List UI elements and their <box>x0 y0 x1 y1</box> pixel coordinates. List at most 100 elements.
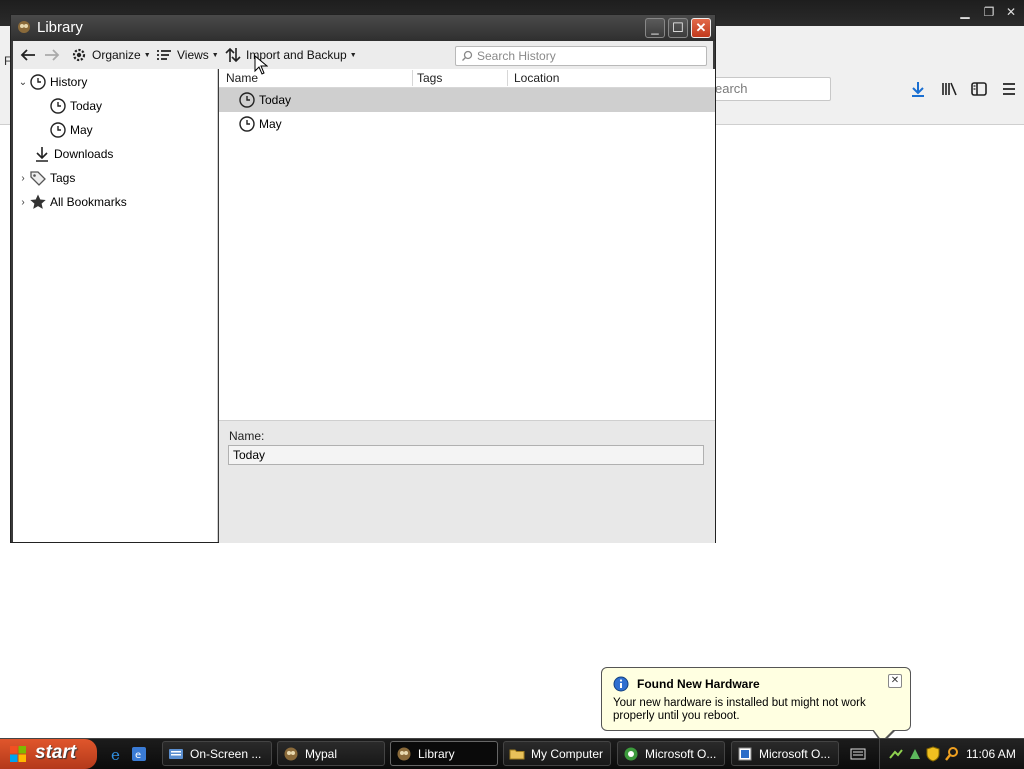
window-title: Library <box>37 19 83 36</box>
sidebar-item-label: History <box>50 75 88 89</box>
keyboard-icon <box>169 748 183 759</box>
balloon-title: Found New Hardware <box>637 677 760 691</box>
column-location[interactable]: Location <box>514 71 559 85</box>
clock-icon <box>239 92 255 108</box>
close-button[interactable]: ✕ <box>691 18 711 38</box>
list-item-label: May <box>259 117 282 131</box>
system-tray: 11:06 AM <box>879 739 1024 769</box>
background-search-input[interactable]: earch <box>700 77 831 101</box>
library-icon[interactable] <box>939 80 959 100</box>
views-button[interactable]: Views ▼ <box>155 45 219 65</box>
download-icon[interactable] <box>908 80 928 100</box>
taskbar-item-label: On-Screen ... <box>190 746 262 761</box>
taskbar-item-label: Microsoft O... <box>645 746 717 761</box>
sidebar-item-history[interactable]: ⌄ History <box>17 71 87 93</box>
taskbar-item-mypal[interactable]: Mypal <box>277 741 385 766</box>
sidebar-item-label: All Bookmarks <box>50 195 127 209</box>
expand-down-icon[interactable]: ⌄ <box>17 77 29 88</box>
sidebar-item-label: Today <box>70 99 103 113</box>
sidebar-item-today[interactable]: Today <box>49 95 102 117</box>
info-icon <box>613 676 629 692</box>
notification-balloon[interactable]: Found New Hardware ✕ Your new hardware i… <box>601 667 911 744</box>
network-icon[interactable] <box>888 746 904 762</box>
taskbar-item-library[interactable]: Library <box>390 741 498 766</box>
minimize-button[interactable]: ▁ <box>956 5 974 20</box>
back-icon[interactable] <box>19 46 37 64</box>
folder-icon <box>509 749 525 759</box>
sidebar-item-label: Tags <box>50 171 76 185</box>
column-header: Name Tags Location <box>219 69 715 88</box>
organize-label: Organize <box>92 48 141 62</box>
taskbar-item-on-screen-keyboard[interactable]: On-Screen ... <box>162 741 272 766</box>
taskbar-item-microsoft-office-1[interactable]: Microsoft O... <box>617 741 725 766</box>
close-icon[interactable]: ✕ <box>888 674 902 688</box>
start-button[interactable]: start <box>0 739 97 769</box>
import-backup-button[interactable]: Import and Backup ▼ <box>224 45 357 65</box>
taskbar-item-label: My Computer <box>531 746 604 761</box>
safely-remove-hardware-icon[interactable] <box>907 746 923 762</box>
tag-icon <box>30 171 46 186</box>
name-field[interactable]: Today <box>228 445 704 465</box>
keyboard-icon[interactable] <box>850 747 866 761</box>
taskbar-item-label: Library <box>418 746 455 761</box>
svg-text:e: e <box>135 750 141 761</box>
clock-icon <box>50 98 66 114</box>
library-sidebar: ⌄ History Today May Downloads › Tags › A… <box>13 69 218 542</box>
mypal-icon <box>18 21 30 33</box>
taskbar: start e e On-Screen ... Mypal Library My… <box>0 738 1024 769</box>
sidebar-item-may[interactable]: May <box>49 119 93 141</box>
chevron-right-icon[interactable]: › <box>17 173 29 184</box>
list-item[interactable]: May <box>219 112 715 136</box>
sidebar-item-tags[interactable]: › Tags <box>17 167 75 189</box>
column-separator[interactable] <box>507 70 508 86</box>
mypal-icon <box>397 747 411 760</box>
mouse-cursor-icon <box>254 55 268 75</box>
chevron-right-icon[interactable]: › <box>17 197 29 208</box>
clock-icon <box>50 122 66 138</box>
sidebar-item-all-bookmarks[interactable]: › All Bookmarks <box>17 191 127 213</box>
minimize-button[interactable]: _ <box>645 18 665 38</box>
maximize-button[interactable]: ☐ <box>668 18 688 38</box>
start-label: start <box>35 742 77 763</box>
clock-icon <box>239 116 255 132</box>
name-label: Name: <box>229 429 265 443</box>
taskbar-item-my-computer[interactable]: My Computer <box>503 741 611 766</box>
library-toolbar: Organize ▼ Views ▼ Import and Backup ▼ Sear… <box>13 41 713 69</box>
svg-text:e: e <box>111 746 120 762</box>
menu-icon[interactable] <box>999 80 1019 100</box>
column-tags[interactable]: Tags <box>417 71 442 85</box>
office-icon <box>624 747 638 760</box>
restore-button[interactable]: ❐ <box>980 5 998 20</box>
library-titlebar[interactable]: Library _ ☐ ✕ <box>11 15 715 41</box>
windows-flag-icon <box>10 746 26 762</box>
list-item-label: Today <box>259 93 292 107</box>
history-list-pane: Name Tags Location Today May Name: Today <box>219 69 715 543</box>
office-icon <box>738 747 752 760</box>
taskbar-item-microsoft-office-2[interactable]: Microsoft O... <box>731 741 839 766</box>
clock-icon <box>30 74 46 90</box>
internet-explorer-icon[interactable]: e <box>109 746 125 762</box>
gear-icon <box>72 48 86 62</box>
forward-icon[interactable] <box>43 46 61 64</box>
sidebar-icon[interactable] <box>969 80 989 100</box>
search-history-input[interactable]: Search History <box>455 46 707 66</box>
taskbar-item-label: Mypal <box>305 746 338 761</box>
list-icon <box>157 50 171 60</box>
sidebar-item-downloads[interactable]: Downloads <box>33 143 113 165</box>
close-button[interactable]: ✕ <box>1002 5 1020 20</box>
clock: 11:06 AM <box>966 747 1016 761</box>
organize-button[interactable]: Organize ▼ <box>70 45 151 65</box>
column-separator[interactable] <box>412 70 413 86</box>
mypal-icon <box>284 747 298 760</box>
security-shield-icon[interactable] <box>925 746 941 762</box>
views-label: Views <box>177 48 209 62</box>
details-pane: Name: Today <box>219 420 715 543</box>
download-icon <box>36 147 48 162</box>
list-item[interactable]: Today <box>219 88 715 112</box>
sidebar-item-label: May <box>70 123 93 137</box>
browser-icon[interactable]: e <box>131 746 147 762</box>
taskbar-item-label: Microsoft O... <box>759 746 831 761</box>
search-icon[interactable] <box>944 746 960 762</box>
import-export-icon <box>225 47 241 63</box>
sidebar-item-label: Downloads <box>54 147 114 161</box>
